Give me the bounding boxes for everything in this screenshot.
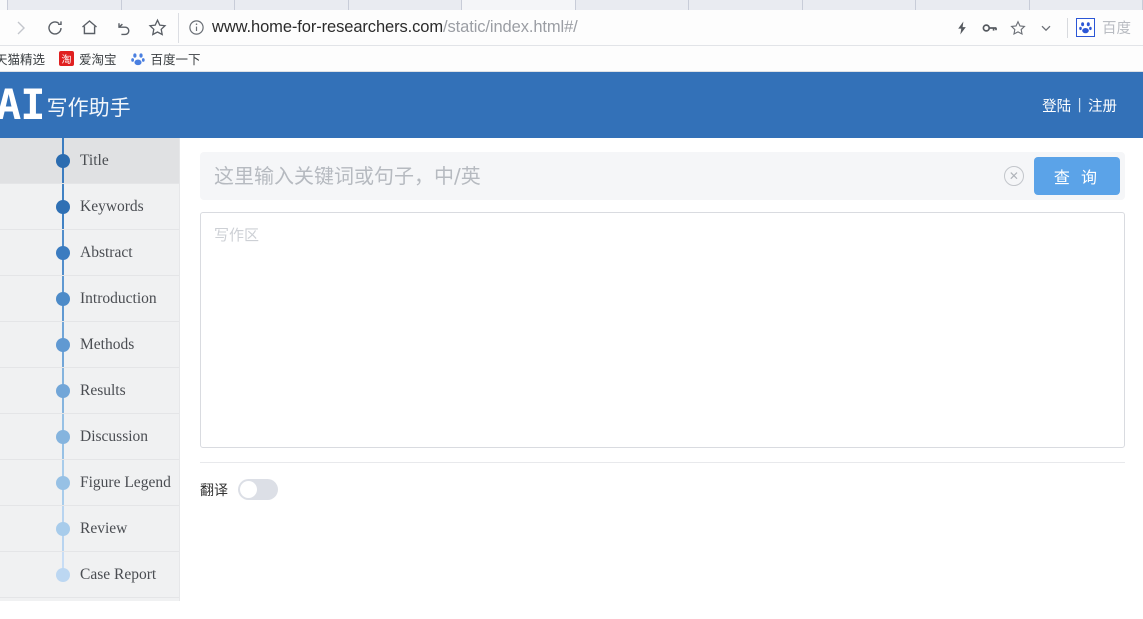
search-engine-chip[interactable]: 百度 [1076, 17, 1135, 38]
bookmark-item[interactable]: 天猫精选 [0, 48, 52, 70]
browser-nav-right: 百度 [949, 13, 1135, 43]
browser-tab[interactable] [348, 0, 462, 10]
sidebar-dot [56, 567, 70, 582]
tab-strip[interactable] [0, 0, 1143, 10]
browser-tab[interactable] [1029, 0, 1143, 10]
writing-area-textarea[interactable] [200, 212, 1125, 448]
bookmark-item[interactable]: 百度一下 [124, 48, 208, 70]
sidebar-item-figure-legend[interactable]: Figure Legend [0, 460, 179, 506]
baidu-paw-icon [1076, 18, 1095, 37]
sidebar-dot [56, 153, 70, 168]
sidebar-dot [56, 383, 70, 398]
browser-tab[interactable] [916, 0, 1030, 10]
sidebar-dot [56, 245, 70, 260]
browser-tab[interactable] [689, 0, 803, 10]
sidebar-item-label: Title [80, 151, 109, 169]
url-bar[interactable]: www.home-for-researchers.com/static/inde… [178, 12, 949, 43]
translate-toggle[interactable] [238, 479, 278, 500]
brand[interactable]: AI 写作助手 [0, 80, 131, 130]
sidebar-item-title[interactable]: Title [0, 138, 179, 184]
main-content: ✕ 查 询 翻译 [180, 138, 1143, 619]
sidebar-item-methods[interactable]: Methods [0, 322, 179, 368]
search-bar: ✕ 查 询 [200, 152, 1125, 200]
sidebar-item-label: Introduction [80, 289, 157, 307]
sidebar-dot [56, 521, 70, 536]
browser-tab[interactable] [121, 0, 235, 10]
bookmark-label: 百度一下 [150, 52, 201, 67]
key-icon[interactable] [977, 13, 1003, 43]
tab-strip-edge [0, 0, 8, 10]
reload-button[interactable] [38, 13, 72, 43]
auth-separator: | [1077, 97, 1082, 113]
bookmark-label: 爱淘宝 [79, 52, 117, 67]
taobao-icon: 淘 [59, 51, 75, 66]
browser-tab[interactable] [8, 0, 122, 10]
sidebar-item-case-report[interactable]: Case Report [0, 552, 179, 598]
sidebar-dot [56, 337, 70, 352]
translate-label: 翻译 [200, 482, 228, 499]
toggle-knob [240, 481, 257, 498]
sidebar-dot [56, 199, 70, 214]
sidebar-dot [56, 291, 70, 306]
sidebar-item-review[interactable]: Review [0, 506, 179, 552]
favorite-star-button[interactable] [1005, 13, 1031, 43]
app-brand-name: 写作助手 [46, 95, 131, 120]
bookmark-item[interactable]: 淘 爱淘宝 [52, 48, 124, 70]
app-body: Title Keywords Abstract Introduction Met… [0, 138, 1143, 619]
url-path: /static/index.html#/ [443, 18, 578, 36]
sidebar-item-discussion[interactable]: Discussion [0, 414, 179, 460]
bookmark-bar: 天猫精选 淘 爱淘宝 百度一下 [0, 46, 1143, 72]
sidebar-item-label: Review [80, 519, 128, 537]
query-button[interactable]: 查 询 [1033, 157, 1120, 195]
url-text: www.home-for-researchers.com/static/inde… [212, 18, 578, 37]
sidebar-item-label: Methods [80, 335, 135, 353]
search-input[interactable] [214, 164, 994, 188]
sidebar-dot [56, 475, 70, 490]
url-domain: www.home-for-researchers.com [212, 18, 444, 36]
login-link[interactable]: 登陆 [1042, 95, 1071, 116]
auth-links: 登陆 | 注册 [1042, 95, 1117, 116]
sidebar-dot [56, 429, 70, 444]
sidebar-item-label: Results [80, 381, 126, 399]
content-divider [200, 462, 1125, 463]
app-header: AI 写作助手 登陆 | 注册 [0, 72, 1143, 138]
sidebar-item-label: Discussion [80, 427, 149, 445]
register-link[interactable]: 注册 [1088, 95, 1117, 116]
sidebar-item-introduction[interactable]: Introduction [0, 276, 179, 322]
close-circle-icon[interactable]: ✕ [1003, 166, 1024, 186]
home-button[interactable] [72, 13, 106, 43]
sidebar-item-label: Figure Legend [80, 473, 171, 491]
info-circle-icon [188, 19, 205, 36]
browser-tab[interactable] [575, 0, 689, 10]
bookmark-star-button[interactable] [140, 13, 174, 43]
sidebar-item-abstract[interactable]: Abstract [0, 230, 179, 276]
sidebar-item-label: Keywords [80, 197, 144, 215]
browser-tab[interactable] [802, 0, 916, 10]
baidu-paw-icon [131, 51, 146, 66]
bookmark-label: 天猫精选 [0, 52, 46, 67]
chevron-down-icon[interactable] [1033, 13, 1059, 43]
back-button[interactable] [106, 13, 140, 43]
sidebar-item-results[interactable]: Results [0, 368, 179, 414]
sidebar-item-label: Abstract [80, 243, 133, 261]
search-engine-label: 百度 [1102, 21, 1131, 37]
browser-tab[interactable] [235, 0, 349, 10]
app-logo: AI [0, 80, 46, 130]
sidebar: Title Keywords Abstract Introduction Met… [0, 138, 180, 601]
sidebar-item-keywords[interactable]: Keywords [0, 184, 179, 230]
translate-control: 翻译 [200, 479, 1125, 500]
browser-tab-active[interactable] [462, 0, 576, 10]
toolbar-divider [1067, 17, 1068, 38]
lightning-icon[interactable] [949, 13, 975, 43]
browser-nav-bar: www.home-for-researchers.com/static/inde… [0, 10, 1143, 46]
sidebar-item-label: Case Report [80, 565, 157, 583]
browser-chrome: www.home-for-researchers.com/static/inde… [0, 0, 1143, 72]
forward-button[interactable] [4, 13, 38, 43]
